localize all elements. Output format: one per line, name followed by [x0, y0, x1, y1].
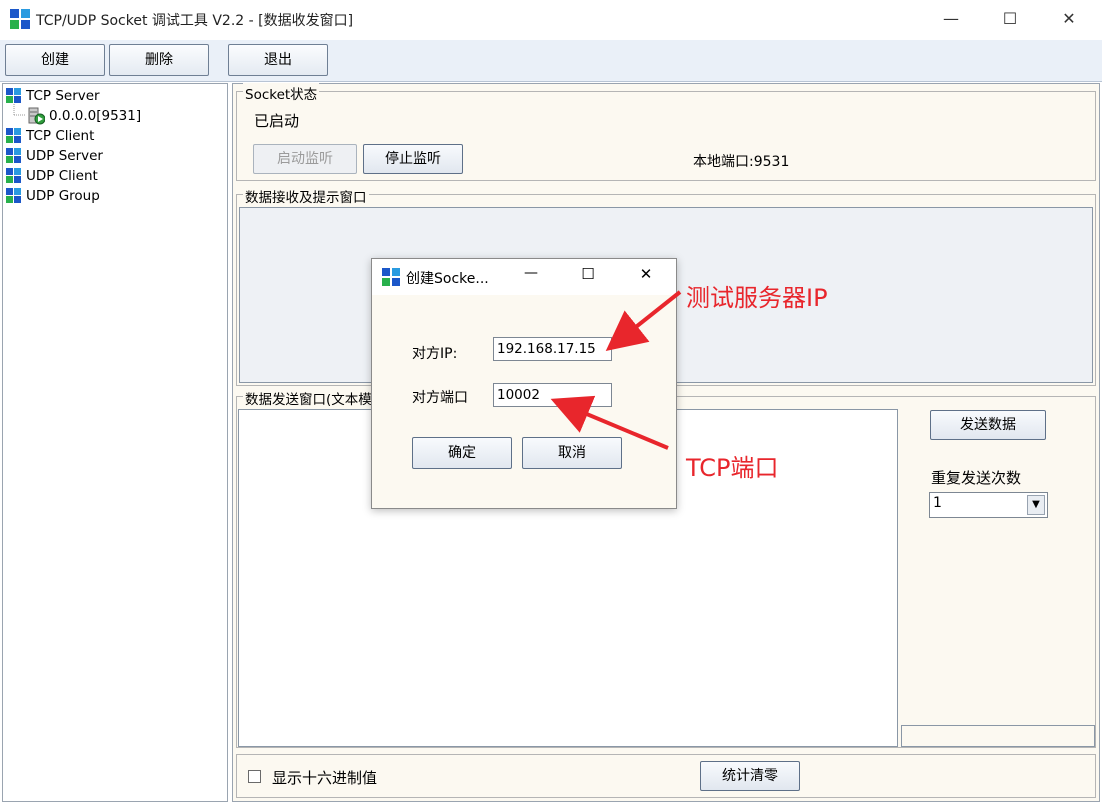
annotation-tcp-port: TCP端口 — [686, 454, 779, 482]
annotation-server-ip: 测试服务器IP — [686, 284, 828, 312]
annotation-arrows — [550, 290, 682, 450]
arrow-to-port — [550, 395, 669, 450]
arrow-to-ip — [605, 290, 682, 351]
